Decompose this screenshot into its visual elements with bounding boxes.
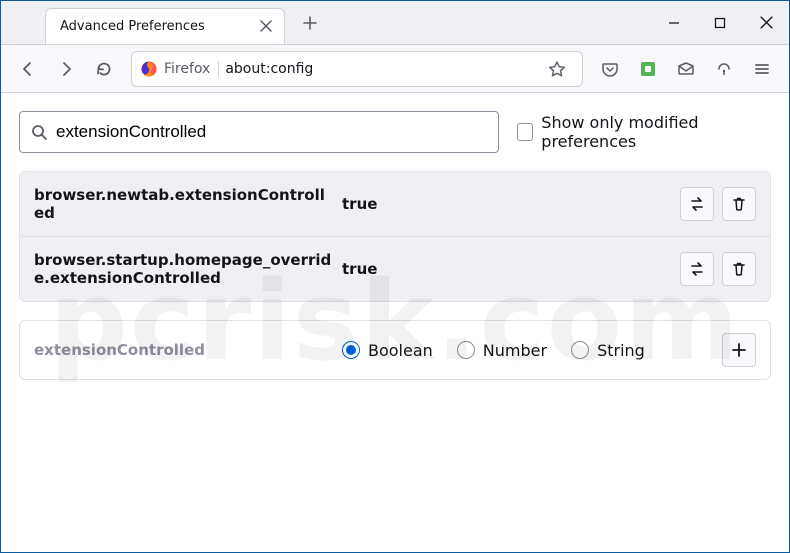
pref-value: true: [342, 195, 672, 213]
pref-row[interactable]: browser.startup.homepage_override.extens…: [20, 236, 770, 301]
config-search-input[interactable]: [56, 122, 488, 142]
tab-title: Advanced Preferences: [60, 19, 250, 34]
close-tab-icon[interactable]: [258, 18, 274, 34]
reload-button[interactable]: [87, 52, 121, 86]
pref-results: browser.newtab.extensionControlled true …: [19, 171, 771, 302]
back-button[interactable]: [11, 52, 45, 86]
new-pref-row: extensionControlled Boolean Number Strin…: [19, 320, 771, 380]
radio-icon: [342, 341, 360, 359]
checkbox-icon: [517, 123, 533, 141]
toggle-pref-button[interactable]: [680, 187, 714, 221]
forward-button[interactable]: [49, 52, 83, 86]
window-close-button[interactable]: [743, 1, 789, 45]
shield-icon[interactable]: [707, 52, 741, 86]
toggle-pref-button[interactable]: [680, 252, 714, 286]
window-minimize-button[interactable]: [651, 1, 697, 45]
pref-row[interactable]: browser.newtab.extensionControlled true: [20, 172, 770, 236]
new-pref-name: extensionControlled: [34, 341, 334, 359]
type-label: String: [597, 341, 645, 360]
new-tab-button[interactable]: [295, 8, 325, 38]
new-pref-type-options: Boolean Number String: [342, 341, 714, 360]
browser-tab[interactable]: Advanced Preferences: [45, 8, 285, 44]
pref-name: browser.startup.homepage_override.extens…: [34, 251, 334, 287]
type-radio-string[interactable]: String: [571, 341, 645, 360]
window-titlebar: Advanced Preferences: [1, 1, 789, 45]
site-identity: Firefox: [164, 61, 219, 77]
add-pref-button[interactable]: [722, 333, 756, 367]
pocket-icon[interactable]: [593, 52, 627, 86]
type-radio-boolean[interactable]: Boolean: [342, 341, 433, 360]
type-radio-number[interactable]: Number: [457, 341, 547, 360]
type-label: Boolean: [368, 341, 433, 360]
window-maximize-button[interactable]: [697, 1, 743, 45]
pref-name: browser.newtab.extensionControlled: [34, 186, 334, 222]
address-bar[interactable]: Firefox about:config: [131, 51, 583, 87]
show-modified-label: Show only modified preferences: [541, 113, 771, 151]
type-label: Number: [483, 341, 547, 360]
bookmark-star-icon[interactable]: [540, 52, 574, 86]
search-icon: [30, 123, 48, 141]
delete-pref-button[interactable]: [722, 252, 756, 286]
show-modified-toggle[interactable]: Show only modified preferences: [517, 113, 771, 151]
radio-icon: [571, 341, 589, 359]
about-config-content: Show only modified preferences browser.n…: [1, 93, 789, 380]
url-text: about:config: [225, 61, 534, 77]
radio-icon: [457, 341, 475, 359]
delete-pref-button[interactable]: [722, 187, 756, 221]
config-search-box[interactable]: [19, 111, 499, 153]
menu-button[interactable]: [745, 52, 779, 86]
extension-icon[interactable]: [631, 52, 665, 86]
inbox-icon[interactable]: [669, 52, 703, 86]
pref-value: true: [342, 260, 672, 278]
window-controls: [651, 1, 789, 45]
browser-navbar: Firefox about:config: [1, 45, 789, 93]
firefox-logo-icon: [140, 60, 158, 78]
